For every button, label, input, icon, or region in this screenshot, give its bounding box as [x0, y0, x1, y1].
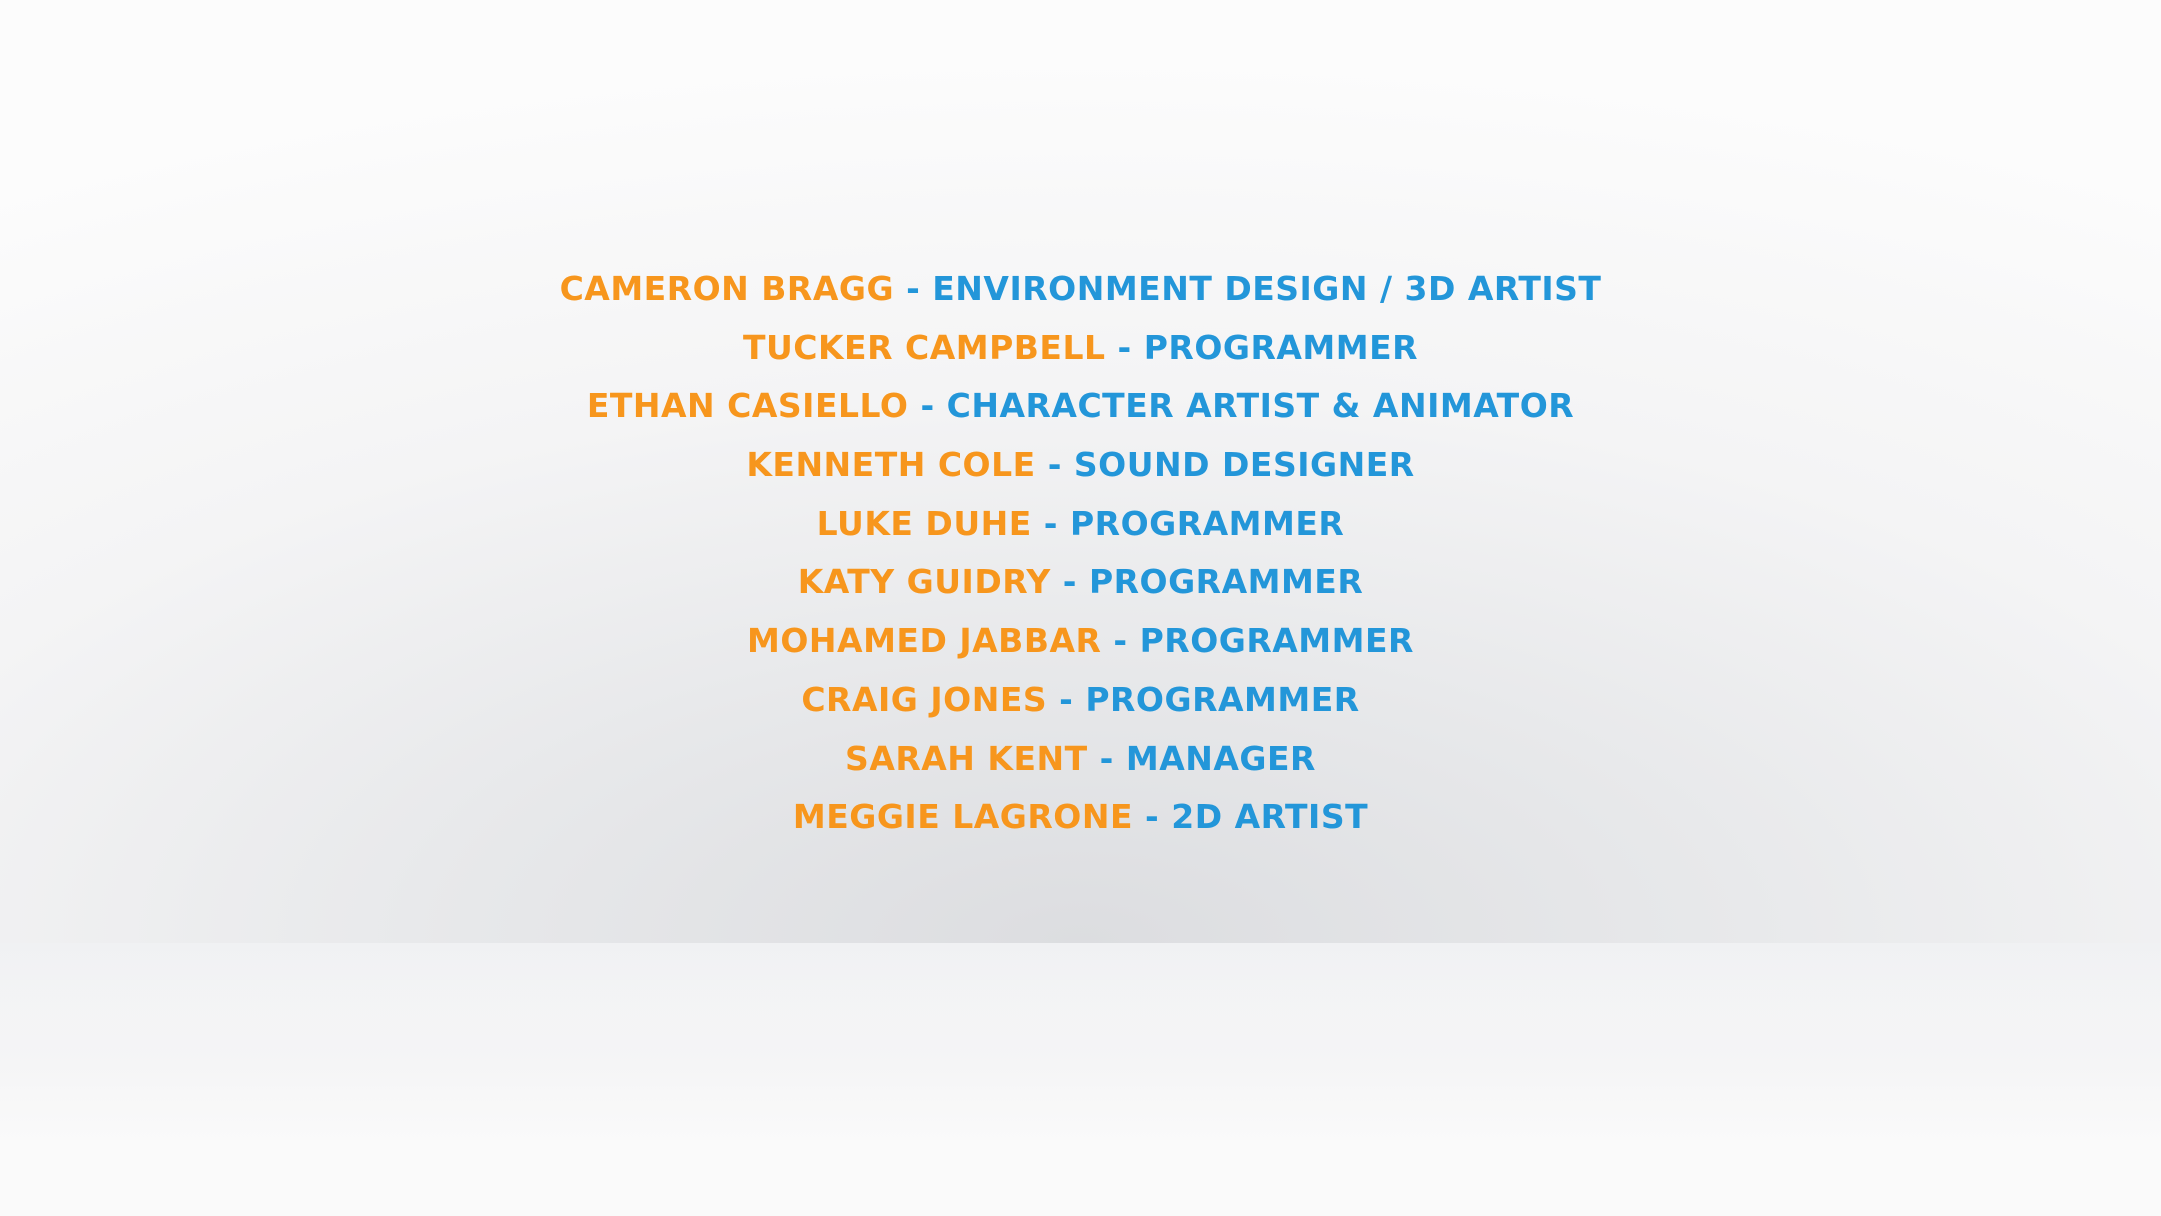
credits-list: Cameron Bragg - Environment Design / 3D …	[0, 260, 2161, 847]
credit-name: Ethan Casiello	[586, 386, 909, 426]
credit-line: Sarah Kent - Manager	[0, 730, 2161, 789]
credit-role: Manager	[1125, 738, 1316, 778]
credit-separator: -	[1043, 503, 1058, 543]
credit-role: Programmer	[1069, 503, 1345, 543]
credit-role: Programmer	[1139, 621, 1414, 661]
credit-line: Katy Guidry - Programmer	[0, 553, 2161, 612]
credit-line: Ethan Casiello - Character Artist & Anim…	[0, 377, 2161, 436]
credit-role: Programmer	[1088, 562, 1364, 602]
credit-separator: -	[1059, 679, 1074, 719]
credit-separator: -	[1047, 445, 1062, 485]
credit-line: Cameron Bragg - Environment Design / 3D …	[0, 260, 2161, 319]
credit-separator: -	[1113, 621, 1128, 661]
credit-role: Environment Design / 3D Artist	[932, 269, 1602, 308]
credit-separator: -	[1099, 738, 1114, 778]
credit-name: Kenneth Cole	[746, 445, 1036, 485]
credit-line: Meggie LaGrone - 2D Artist	[0, 788, 2161, 847]
credit-role: Sound Designer	[1073, 445, 1415, 485]
credit-line: Tucker Campbell - Programmer	[0, 319, 2161, 378]
credits-stage: Cameron Bragg - Environment Design / 3D …	[0, 0, 2161, 943]
credit-line: Kenneth Cole - Sound Designer	[0, 436, 2161, 495]
credit-line: Luke Duhe - Programmer	[0, 495, 2161, 554]
credit-line: Craig Jones - Programmer	[0, 671, 2161, 730]
credit-role: Programmer	[1085, 679, 1360, 719]
credit-role: Character Artist & Animator	[946, 386, 1575, 426]
credit-name: Katy Guidry	[797, 562, 1051, 602]
credit-role: 2D Artist	[1171, 797, 1369, 837]
credit-separator: -	[1062, 562, 1077, 602]
credit-name: Luke Duhe	[816, 503, 1032, 543]
credit-name: Tucker Campbell	[742, 327, 1106, 367]
credit-role: Programmer	[1143, 327, 1419, 367]
reflection-fade	[0, 943, 2161, 1216]
credit-name: Craig Jones	[801, 679, 1048, 719]
credit-name: Meggie LaGrone	[792, 797, 1134, 837]
credit-name: Sarah Kent	[845, 738, 1088, 778]
credit-line: Mohamed Jabbar - Programmer	[0, 612, 2161, 671]
credit-separator: -	[1145, 797, 1160, 837]
credit-name: Mohamed Jabbar	[747, 621, 1102, 661]
floor-reflection-area: Cameron Bragg - Environment Design / 3D …	[0, 943, 2161, 1216]
credit-separator: -	[906, 269, 921, 308]
credit-separator: -	[1117, 327, 1132, 367]
credit-name: Cameron Bragg	[559, 269, 895, 308]
credit-separator: -	[920, 386, 935, 426]
